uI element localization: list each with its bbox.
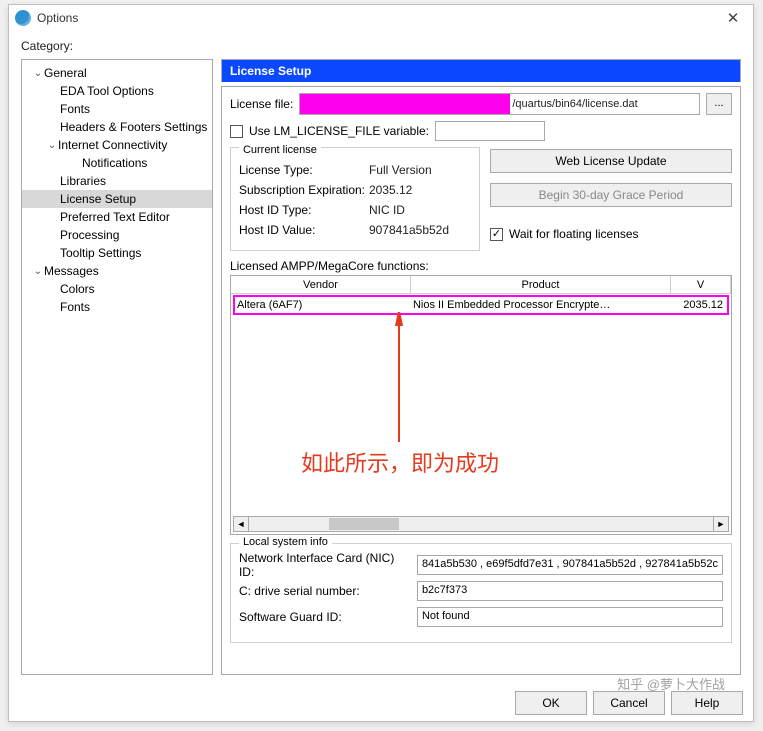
ampp-functions-label: Licensed AMPP/MegaCore functions: <box>230 259 732 273</box>
browse-button[interactable]: ... <box>706 93 732 115</box>
scroll-left-button[interactable]: ◄ <box>233 516 249 532</box>
license-setup-panel: License Setup License file: /quartus/bin… <box>221 59 741 675</box>
window-close-button[interactable]: ✕ <box>713 9 753 27</box>
annotation-arrow-icon <box>379 312 419 452</box>
current-license-group: Current license License Type:Full Versio… <box>230 147 480 251</box>
expand-icon[interactable]: ⌄ <box>46 140 58 151</box>
scroll-thumb[interactable] <box>329 518 399 530</box>
expand-icon[interactable]: ⌄ <box>32 68 44 79</box>
app-icon <box>15 10 31 26</box>
tree-item-license-setup[interactable]: License Setup <box>22 190 212 208</box>
ok-button[interactable]: OK <box>515 691 587 715</box>
host-id-value-label: Host ID Value: <box>239 223 369 237</box>
tree-item-colors[interactable]: Colors <box>22 280 212 298</box>
tree-item-fonts-messages[interactable]: Fonts <box>22 298 212 316</box>
table-row[interactable]: Altera (6AF7) Nios II Embedded Processor… <box>233 295 729 315</box>
cell-product: Nios II Embedded Processor Encrypte… <box>413 299 669 311</box>
cancel-button[interactable]: Cancel <box>593 691 665 715</box>
col-vendor[interactable]: Vendor <box>231 276 411 293</box>
use-lm-checkbox[interactable] <box>230 125 243 138</box>
tree-item-tooltip[interactable]: Tooltip Settings <box>22 244 212 262</box>
category-tree[interactable]: ⌄General EDA Tool Options Fonts Headers … <box>21 59 213 675</box>
cell-version: 2035.12 <box>669 299 727 311</box>
redacted-path <box>300 94 510 114</box>
nic-id-value[interactable]: 841a5b530 , e69f5dfd7e31 , 907841a5b52d … <box>417 555 723 575</box>
expand-icon[interactable]: ⌄ <box>32 266 44 277</box>
tree-item-processing[interactable]: Processing <box>22 226 212 244</box>
scroll-track[interactable] <box>249 516 713 532</box>
dialog-buttons: OK Cancel Help <box>9 685 753 721</box>
c-drive-value[interactable]: b2c7f373 <box>417 581 723 601</box>
tree-item-general[interactable]: ⌄General <box>22 64 212 82</box>
host-id-value: 907841a5b52d <box>369 223 449 237</box>
expiration-label: Subscription Expiration: <box>239 183 369 197</box>
tree-item-messages[interactable]: ⌄Messages <box>22 262 212 280</box>
help-button[interactable]: Help <box>671 691 743 715</box>
software-guard-value[interactable]: Not found <box>417 607 723 627</box>
wait-floating-checkbox[interactable] <box>490 228 503 241</box>
lm-license-file-input[interactable] <box>435 121 545 141</box>
col-product[interactable]: Product <box>411 276 671 293</box>
host-id-type-label: Host ID Type: <box>239 203 369 217</box>
grace-period-button[interactable]: Begin 30-day Grace Period <box>490 183 732 207</box>
annotation-text: 如此所示，即为成功 <box>301 446 499 478</box>
sysinfo-title: Local system info <box>239 536 332 548</box>
web-license-update-button[interactable]: Web License Update <box>490 149 732 173</box>
tree-item-headers[interactable]: Headers & Footers Settings <box>22 118 212 136</box>
tree-item-fonts[interactable]: Fonts <box>22 100 212 118</box>
titlebar: Options ✕ <box>9 5 753 31</box>
license-type-label: License Type: <box>239 163 369 177</box>
options-dialog: Options ✕ Category: ⌄General EDA Tool Op… <box>8 4 754 722</box>
use-lm-label: Use LM_LICENSE_FILE variable: <box>249 124 429 138</box>
license-type-value: Full Version <box>369 163 432 177</box>
table-header: Vendor Product V <box>231 276 731 294</box>
current-license-title: Current license <box>239 144 321 156</box>
tree-item-notifications[interactable]: Notifications <box>22 154 212 172</box>
scroll-right-button[interactable]: ► <box>713 516 729 532</box>
ampp-functions-table[interactable]: Vendor Product V Altera (6AF7) Nios II E… <box>230 275 732 535</box>
cell-vendor: Altera (6AF7) <box>235 299 413 311</box>
tree-item-internet[interactable]: ⌄Internet Connectivity <box>22 136 212 154</box>
license-file-label: License file: <box>230 97 293 111</box>
local-system-info-group: Local system info Network Interface Card… <box>230 543 732 643</box>
license-file-path-suffix: /quartus/bin64/license.dat <box>510 98 637 110</box>
tree-item-eda[interactable]: EDA Tool Options <box>22 82 212 100</box>
window-title: Options <box>37 11 78 25</box>
tree-item-preferred-editor[interactable]: Preferred Text Editor <box>22 208 212 226</box>
host-id-type-value: NIC ID <box>369 203 405 217</box>
expiration-value: 2035.12 <box>369 183 412 197</box>
wait-floating-label: Wait for floating licenses <box>509 227 639 241</box>
tree-item-libraries[interactable]: Libraries <box>22 172 212 190</box>
license-file-input[interactable]: /quartus/bin64/license.dat <box>299 93 700 115</box>
nic-id-label: Network Interface Card (NIC) ID: <box>239 551 411 579</box>
col-version[interactable]: V <box>671 276 731 293</box>
horizontal-scrollbar[interactable]: ◄ ► <box>233 516 729 532</box>
software-guard-label: Software Guard ID: <box>239 610 411 624</box>
panel-header: License Setup <box>221 59 741 82</box>
dialog-content: Category: ⌄General EDA Tool Options Font… <box>9 31 753 685</box>
c-drive-label: C: drive serial number: <box>239 584 411 598</box>
category-label: Category: <box>21 39 741 53</box>
